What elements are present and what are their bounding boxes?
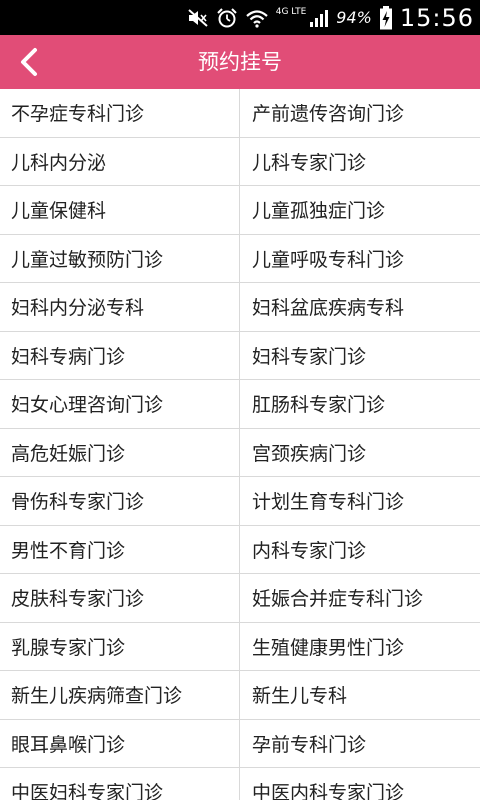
department-item[interactable]: 妇科专病门诊	[0, 331, 240, 379]
wifi-icon	[245, 8, 269, 28]
department-row: 骨伤科专家门诊 计划生育专科门诊	[0, 477, 480, 526]
department-item[interactable]: 妇科盆底疾病专科	[240, 283, 480, 331]
department-item[interactable]: 男性不育门诊	[0, 525, 240, 573]
department-item[interactable]: 儿童孤独症门诊	[240, 186, 480, 234]
clock: 15:56	[399, 3, 474, 32]
department-item[interactable]: 骨伤科专家门诊	[0, 477, 240, 525]
department-item[interactable]: 妇女心理咨询门诊	[0, 380, 240, 428]
department-item[interactable]: 不孕症专科门诊	[0, 89, 240, 137]
department-item[interactable]: 新生儿专科	[240, 671, 480, 719]
department-row: 儿科内分泌 儿科专家门诊	[0, 137, 480, 186]
department-item[interactable]: 肛肠科专家门诊	[240, 380, 480, 428]
department-item[interactable]: 内科专家门诊	[240, 526, 480, 574]
department-item[interactable]: 儿童保健科	[0, 186, 240, 234]
department-item[interactable]: 皮肤科专家门诊	[0, 574, 240, 622]
department-item[interactable]: 儿童呼吸专科门诊	[240, 235, 480, 283]
department-item[interactable]: 中医内科专家门诊	[240, 768, 480, 800]
department-item[interactable]: 儿童过敏预防门诊	[0, 234, 240, 282]
department-item[interactable]: 妊娠合并症专科门诊	[240, 574, 480, 622]
department-row: 乳腺专家门诊 生殖健康男性门诊	[0, 622, 480, 671]
department-row: 妇女心理咨询门诊 肛肠科专家门诊	[0, 380, 480, 429]
network-type: 4G LTE	[275, 6, 307, 17]
department-item[interactable]: 儿科内分泌	[0, 137, 240, 185]
department-item[interactable]: 乳腺专家门诊	[0, 622, 240, 670]
department-item[interactable]: 妇科内分泌专科	[0, 283, 240, 331]
department-item[interactable]: 妇科专家门诊	[240, 332, 480, 380]
department-row: 中医妇科专家门诊 中医内科专家门诊	[0, 768, 480, 800]
status-bar: 4G LTE 94% 15:56	[0, 0, 480, 35]
department-item[interactable]: 生殖健康男性门诊	[240, 623, 480, 671]
department-row: 儿童保健科 儿童孤独症门诊	[0, 186, 480, 235]
department-item[interactable]: 眼耳鼻喉门诊	[0, 719, 240, 767]
status-icons: 4G LTE 94% 15:56	[187, 0, 474, 35]
department-row: 高危妊娠门诊 宫颈疾病门诊	[0, 428, 480, 477]
department-item[interactable]: 高危妊娠门诊	[0, 428, 240, 476]
muted-icon	[187, 8, 209, 28]
battery-level: 94%	[336, 8, 372, 27]
page-title: 预约挂号	[198, 50, 282, 74]
department-row: 皮肤科专家门诊 妊娠合并症专科门诊	[0, 574, 480, 623]
department-row: 眼耳鼻喉门诊 孕前专科门诊	[0, 719, 480, 768]
department-row: 男性不育门诊 内科专家门诊	[0, 525, 480, 574]
department-item[interactable]: 产前遗传咨询门诊	[240, 89, 480, 137]
department-item[interactable]: 儿科专家门诊	[240, 138, 480, 186]
alarm-icon	[216, 7, 238, 29]
battery-charging-icon	[379, 5, 393, 30]
signal-icon	[309, 8, 329, 28]
department-row: 儿童过敏预防门诊 儿童呼吸专科门诊	[0, 234, 480, 283]
department-row: 新生儿疾病筛查门诊 新生儿专科	[0, 671, 480, 720]
department-item[interactable]: 计划生育专科门诊	[240, 477, 480, 525]
department-item[interactable]: 新生儿疾病筛查门诊	[0, 671, 240, 719]
department-row: 妇科内分泌专科 妇科盆底疾病专科	[0, 283, 480, 332]
department-grid: 不孕症专科门诊 产前遗传咨询门诊 儿科内分泌 儿科专家门诊 儿童保健科 儿童孤独症门诊 儿童…	[0, 89, 480, 800]
department-row: 妇科专病门诊 妇科专家门诊	[0, 331, 480, 380]
department-item[interactable]: 中医妇科专家门诊	[0, 768, 240, 800]
department-row: 不孕症专科门诊 产前遗传咨询门诊	[0, 89, 480, 138]
department-item[interactable]: 孕前专科门诊	[240, 720, 480, 768]
app-bar: 预约挂号	[0, 35, 480, 89]
department-item[interactable]: 宫颈疾病门诊	[240, 429, 480, 477]
